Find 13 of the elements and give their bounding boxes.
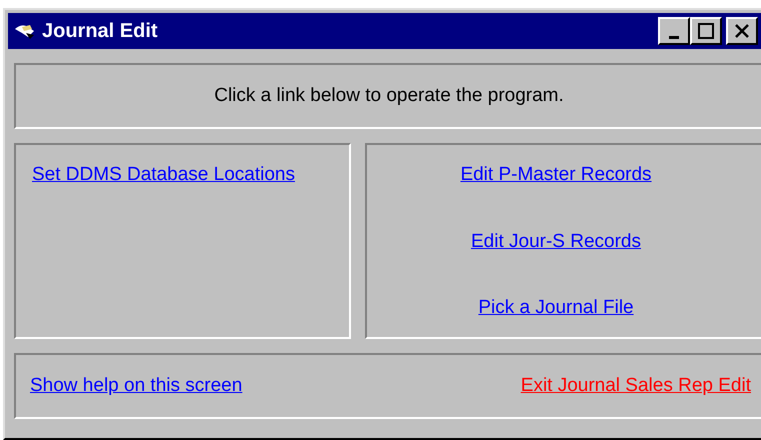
link[interactable]: Show help on this screen [30, 372, 242, 400]
link[interactable]: Edit Jour-S Records [470, 230, 641, 252]
maximize-icon [698, 23, 714, 39]
instruction-text: Click a link below to operate the program. [214, 84, 564, 108]
window-title: Journal Edit [42, 19, 158, 44]
link[interactable]: Pick a Journal File [478, 297, 634, 318]
minimize-icon [669, 36, 679, 38]
minimize-button[interactable] [658, 17, 690, 45]
close-icon [735, 24, 749, 38]
link[interactable]: Set DDMS Database Locations [32, 164, 295, 185]
maximize-button[interactable] [690, 17, 722, 45]
close-button[interactable] [726, 17, 758, 45]
link[interactable]: Edit P-Master Records [460, 164, 652, 185]
